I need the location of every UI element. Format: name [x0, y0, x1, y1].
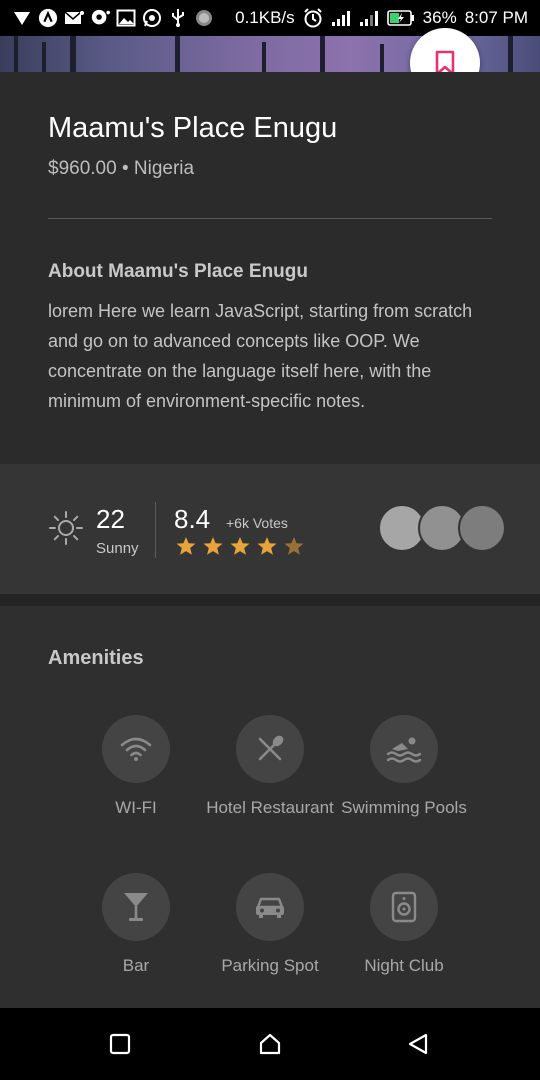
amenity-icon-circle [236, 873, 304, 941]
sun-icon [49, 511, 83, 545]
square-icon [109, 1033, 131, 1055]
amenity-label: Swimming Pools [341, 798, 467, 817]
usb-icon [168, 8, 188, 28]
dot-icon [194, 8, 214, 28]
star-rating [176, 536, 304, 556]
amenity-label: WI-FI [115, 798, 157, 817]
home-icon [259, 1033, 281, 1055]
status-left-icons [12, 8, 214, 28]
back-button[interactable] [404, 1030, 432, 1058]
amenity-label: Hotel Restaurant [206, 798, 334, 817]
alarm-icon [303, 8, 323, 28]
mail-icon [64, 8, 84, 28]
listing-subtitle: $960.00 • Nigeria [48, 158, 194, 180]
back-icon [408, 1033, 428, 1055]
star-icon [176, 537, 196, 555]
temperature: 22 [96, 504, 125, 534]
image-icon [116, 8, 136, 28]
about-heading: About Maamu's Place Enugu [48, 261, 308, 282]
home-button[interactable] [256, 1030, 284, 1058]
swimmer-icon [386, 737, 422, 763]
recents-button[interactable] [106, 1030, 134, 1058]
amenity-hotel-restaurant[interactable]: Hotel Restaurant [195, 715, 345, 818]
star-icon [230, 537, 250, 555]
hero-tree [70, 36, 76, 72]
clock: 8:07 PM [464, 8, 528, 27]
star-icon [257, 537, 277, 555]
status-right: 0.1KB/s 36% 8:07 PM [235, 8, 528, 28]
cocktail-icon [124, 893, 148, 921]
amenity-label: Night Club [364, 956, 444, 975]
amenity-night-club[interactable]: Night Club [329, 873, 479, 976]
hero-tree [508, 36, 513, 72]
hero-tree [380, 44, 384, 72]
listing-title: Maamu's Place Enugu [48, 112, 338, 144]
speaker-icon [391, 891, 417, 923]
signal-icon [359, 8, 379, 28]
rating-score: 8.4 [174, 504, 211, 534]
amenity-parking-spot[interactable]: Parking Spot [195, 873, 345, 976]
cutlery-icon [258, 735, 284, 761]
listing-price: $960.00 [48, 158, 117, 179]
chat-icon [90, 8, 110, 28]
weather-condition: Sunny [96, 540, 139, 557]
hero-tree [262, 42, 266, 72]
hero-tree [320, 36, 325, 72]
avatar-group[interactable] [378, 504, 508, 554]
votes-count: +6k Votes [226, 515, 288, 531]
car-icon [256, 897, 284, 918]
star-icon [284, 537, 304, 555]
amenity-icon-circle [236, 715, 304, 783]
separator-dot: • [121, 158, 129, 179]
whatsapp-icon [142, 8, 162, 28]
hero-tree [14, 36, 18, 72]
nav-app-icon [38, 8, 58, 28]
amenity-bar[interactable]: Bar [61, 873, 211, 976]
star-icon [203, 537, 223, 555]
listing-country: Nigeria [133, 158, 195, 179]
amenity-icon-circle [102, 715, 170, 783]
amenity-icon-circle [102, 873, 170, 941]
amenities-heading: Amenities [48, 647, 144, 669]
amenity-swimming-pools[interactable]: Swimming Pools [329, 715, 479, 818]
stats-divider [155, 502, 156, 558]
amenity-label: Parking Spot [221, 956, 319, 975]
amenity-wifi[interactable]: WI-FI [61, 715, 211, 818]
amenities-section: Amenities WI-FI Hotel Restaurant Swimmin… [0, 606, 540, 1008]
navigation-bar [0, 1008, 540, 1080]
wifi-icon [120, 737, 152, 761]
section-separator [0, 594, 540, 606]
listing-info: Maamu's Place Enugu $960.00 • Nigeria Ab… [0, 72, 540, 464]
avatar [458, 504, 506, 552]
check-icon [12, 8, 32, 28]
amenity-icon-circle [370, 715, 438, 783]
amenity-icon-circle [370, 873, 438, 941]
hero-tree [175, 36, 180, 72]
about-text: lorem Here we learn JavaScript, starting… [48, 301, 473, 411]
hero-tree [42, 42, 46, 72]
amenity-label: Bar [122, 956, 150, 975]
divider [48, 218, 492, 219]
battery-percent: 36% [422, 8, 457, 27]
signal-icon [331, 8, 351, 28]
battery-charging-icon [386, 10, 415, 26]
stats-bar: 22 Sunny 8.4 +6k Votes [0, 464, 540, 594]
network-speed: 0.1KB/s [235, 8, 295, 27]
